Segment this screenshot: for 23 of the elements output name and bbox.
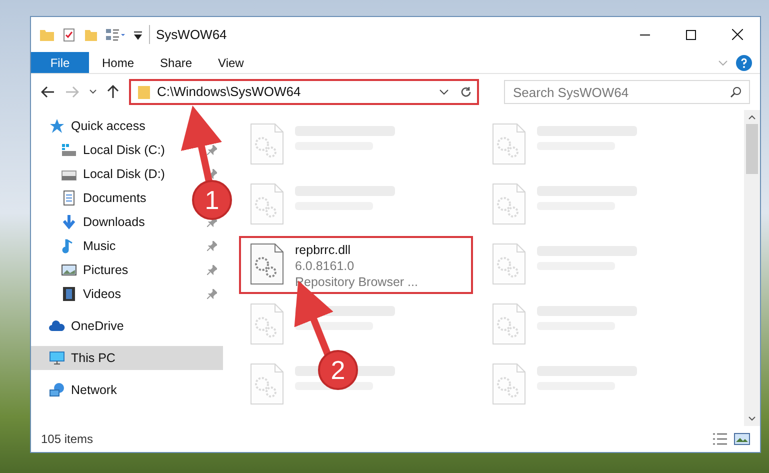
item-count: 105 items (41, 431, 94, 448)
search-field[interactable]: Search SysWOW64 (504, 80, 750, 104)
sidebar-item[interactable]: OneDrive (31, 314, 223, 338)
sidebar-item[interactable]: Documents (61, 188, 146, 208)
ribbon-tab[interactable]: Home (89, 52, 148, 73)
ribbon-tab[interactable]: View (205, 52, 257, 73)
file-tile[interactable]: repbrrc.dll 6.0.8161.0 Repository Browser ... (239, 236, 473, 294)
sidebar-item[interactable]: Music (61, 236, 116, 256)
sidebar-item[interactable]: Pictures (61, 260, 128, 280)
sidebar-item[interactable]: Local Disk (C:) (61, 140, 165, 160)
window-title: SysWOW64 (149, 24, 227, 44)
file-detail: 6.0.8161.0 (295, 258, 356, 274)
sidebar-item[interactable]: This PC (31, 346, 223, 370)
address-bar[interactable]: C:\Windows\SysWOW64 (129, 79, 479, 105)
sidebar-item[interactable]: Quick access (31, 114, 223, 138)
ribbon-tab[interactable]: File (31, 52, 89, 73)
sidebar-item[interactable]: Videos (61, 284, 121, 304)
sidebar-item[interactable]: Local Disk (D:) (61, 164, 165, 184)
file-detail: Repository Browser ... (295, 274, 418, 290)
sidebar-item[interactable]: Network (31, 378, 223, 402)
sidebar-item[interactable]: Downloads (61, 212, 145, 232)
ribbon-tab[interactable]: Share (147, 52, 206, 73)
file-name: repbrrc.dll (295, 242, 352, 258)
